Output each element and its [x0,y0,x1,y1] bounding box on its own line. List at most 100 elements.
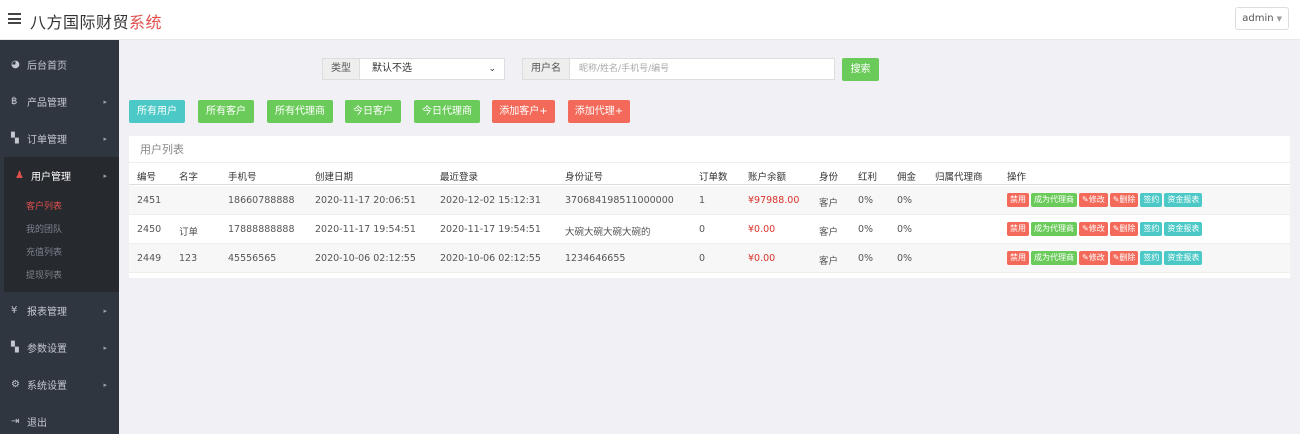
disable-button[interactable]: 禁用 [1007,222,1029,236]
make-agent-button[interactable]: 成为代理商 [1031,193,1077,207]
column-header: 红利 [858,172,878,183]
chevron-right-icon: ▸ [103,97,107,106]
type-select[interactable]: 默认不选 ⌄ [359,58,505,80]
table-cell: 客户 [819,256,839,267]
today-agents-button[interactable]: 今日代理商 [414,100,480,123]
sidebar-item-orders[interactable]: ▚ 订单管理 ▸ [0,120,119,157]
sidebar-item-reports[interactable]: ¥ 报表管理 ▸ [0,292,119,329]
make-agent-button[interactable]: 成为代理商 [1031,251,1077,265]
disable-button[interactable]: 禁用 [1007,193,1029,207]
add-agent-button[interactable]: 添加代理+ [568,100,630,123]
sidebar-item-system[interactable]: ⚙ 系统设置 ▸ [0,366,119,403]
all-customers-button[interactable]: 所有客户 [198,100,254,123]
column-header: 操作 [1007,172,1027,183]
sign-contract-button[interactable]: 签约 [1140,222,1163,236]
fund-report-button[interactable]: 资金报表 [1164,222,1203,236]
delete-button[interactable]: ✎删除 [1109,222,1139,236]
bitcoin-icon: ฿ [11,96,18,107]
chevron-right-icon: ▸ [103,134,107,143]
type-filter: 类型 默认不选 ⌄ [322,58,505,80]
user-filter: 用户名 昵称/姓名/手机号/编号 [522,58,835,80]
chevron-down-icon: ⌄ [488,64,496,74]
username-label: 用户名 [522,58,569,80]
table-cell: 17888888888 [228,224,295,235]
table-cell: 0% [858,195,874,206]
table-cell: 订单 [179,227,199,238]
copy-icon: ▚ [11,342,19,353]
sign-contract-button[interactable]: 签约 [1140,193,1163,207]
table-cell: 2020-11-17 20:06:51 [315,195,416,206]
all-users-button[interactable]: 所有用户 [129,100,185,123]
sidebar: ◕ 后台首页 ฿产品管理 ▸ ▚ 订单管理 ▸ ♟ 用户管理 ▸ 客户列表 我的团队 充值列… [0,40,119,434]
sign-contract-button[interactable]: 签约 [1140,251,1163,265]
sidebar-subitem-withdraw-list[interactable]: 提现列表 [4,263,119,286]
username-input[interactable]: 昵称/姓名/手机号/编号 [569,58,835,80]
table-cell: 客户 [819,198,839,209]
sidebar-item-dashboard[interactable]: ◕ 后台首页 [0,46,119,83]
delete-button[interactable]: ✎删除 [1109,193,1139,207]
yen-icon: ¥ [11,305,18,316]
table-row: 2450 订单 17888888888 2020-11-17 19:54:51 2020… [129,215,1290,244]
table-cell: 0% [858,224,874,235]
fund-report-button[interactable]: 资金报表 [1164,251,1203,265]
caret-down-icon: ▼ [1276,15,1282,23]
menu-icon[interactable] [8,13,21,24]
fund-report-button[interactable]: 资金报表 [1164,193,1203,207]
sidebar-group-users: ♟ 用户管理 ▸ 客户列表 我的团队 充值列表 提现列表 [4,157,119,292]
chevron-right-icon: ▸ [103,171,107,180]
column-header: 创建日期 [315,172,354,183]
sidebar-subitem-customer-list[interactable]: 客户列表 [4,194,119,217]
column-header: 订单数 [699,172,728,183]
table-cell: 370684198511000000 [565,195,674,206]
table-cell: 0 [699,224,706,235]
table-cell: 1234646655 [565,253,626,264]
add-customer-button[interactable]: 添加客户+ [492,100,555,123]
today-customers-button[interactable]: 今日客户 [345,100,401,123]
top-bar: 八方国际财贸系统 admin ▼ [0,0,1300,40]
sign-out-icon: ⇥ [11,416,20,427]
search-button[interactable]: 搜索 [842,58,879,81]
panel-title: 用户列表 [140,143,184,156]
table-cell: 2020-10-06 02:12:55 [315,253,416,264]
table-cell: 2451 [137,195,162,206]
column-header: 手机号 [228,172,257,183]
table-cell: 0% [897,224,913,235]
make-agent-button[interactable]: 成为代理商 [1031,222,1077,236]
table-cell: 18660788888 [228,195,295,206]
main-content: 类型 默认不选 ⌄ 用户名 昵称/姓名/手机号/编号 搜索 所有用户 所有客户 所… [119,40,1300,434]
chevron-right-icon: ▸ [103,306,107,315]
user-menu-button[interactable]: admin ▼ [1235,7,1289,30]
table-cell: 2020-12-02 15:12:31 [440,195,541,206]
sidebar-item-params[interactable]: ▚ 参数设置 ▸ [0,329,119,366]
all-agents-button[interactable]: 所有代理商 [267,100,333,123]
table-cell: 45556565 [228,253,277,264]
sidebar-subitem-recharge-list[interactable]: 充值列表 [4,240,119,263]
chevron-right-icon: ▸ [103,380,107,389]
table-cell: 123 [179,253,198,264]
column-header: 归属代理商 [935,172,983,183]
sidebar-item-users[interactable]: ♟ 用户管理 ▸ [4,157,119,194]
sidebar-item-products[interactable]: ฿产品管理 ▸ [0,83,119,120]
row-actions: 禁用 成为代理商 ✎修改 ✎删除 签约 资金报表 [1007,222,1204,236]
table-cell: 客户 [819,227,839,238]
edit-button[interactable]: ✎修改 [1079,222,1108,236]
column-header: 最近登录 [440,172,479,183]
table-cell: ¥0.00 [748,224,776,235]
sidebar-item-logout[interactable]: ⇥ 退出 [0,403,119,434]
table-header: 编号 名字 手机号 创建日期 最近登录 身份证号 订单数 账户余额 身份 红利 … [129,162,1290,185]
column-header: 名字 [179,172,199,183]
row-actions: 禁用 成为代理商 ✎修改 ✎删除 签约 资金报表 [1007,193,1204,207]
sidebar-subitem-my-team[interactable]: 我的团队 [4,217,119,240]
column-header: 编号 [137,172,157,183]
chevron-right-icon: ▸ [103,343,107,352]
table-cell: 2449 [137,253,162,264]
copy-icon: ▚ [11,133,19,144]
edit-button[interactable]: ✎修改 [1079,193,1108,207]
disable-button[interactable]: 禁用 [1007,251,1029,265]
table-cell: 0% [858,253,874,264]
table-cell: 2020-11-17 19:54:51 [440,224,541,235]
delete-button[interactable]: ✎删除 [1109,251,1139,265]
column-header: 账户余额 [748,172,787,183]
edit-button[interactable]: ✎修改 [1079,251,1108,265]
table-cell: 大碗大碗大碗大碗的 [565,227,651,238]
